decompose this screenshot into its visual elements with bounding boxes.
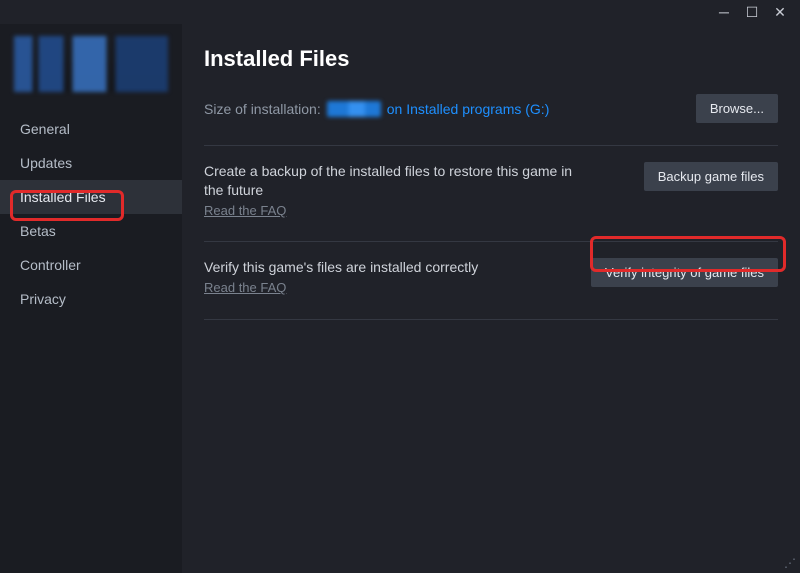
close-button[interactable]: ✕ — [766, 1, 794, 23]
storage-row: Size of installation: on Installed progr… — [204, 94, 778, 123]
body: General Updates Installed Files Betas Co… — [0, 24, 800, 573]
divider — [204, 241, 778, 242]
nav-label: General — [20, 121, 70, 137]
sidebar: General Updates Installed Files Betas Co… — [0, 24, 182, 573]
minimize-button[interactable]: ─ — [710, 1, 738, 23]
nav-item-controller[interactable]: Controller — [0, 248, 182, 282]
nav-label: Updates — [20, 155, 72, 171]
verify-desc: Verify this game's files are installed c… — [204, 258, 478, 296]
properties-window: ─ ☐ ✕ General Updates Installed Files Be… — [0, 0, 800, 573]
nav-label: Betas — [20, 223, 56, 239]
backup-desc: Create a backup of the installed files t… — [204, 162, 584, 219]
storage-prefix: Size of installation: — [204, 101, 321, 117]
game-artwork-blurred — [14, 36, 168, 92]
page-title: Installed Files — [204, 46, 778, 72]
verify-button[interactable]: Verify integrity of game files — [591, 258, 778, 287]
backup-desc-text: Create a backup of the installed files t… — [204, 163, 572, 198]
game-header — [14, 36, 168, 92]
browse-button[interactable]: Browse... — [696, 94, 778, 123]
verify-desc-text: Verify this game's files are installed c… — [204, 259, 478, 275]
storage-text: Size of installation: on Installed progr… — [204, 101, 549, 117]
content: Installed Files Size of installation: on… — [182, 24, 800, 334]
verify-section: Verify this game's files are installed c… — [204, 256, 778, 310]
maximize-button[interactable]: ☐ — [738, 1, 766, 23]
storage-location-link[interactable]: on Installed programs (G:) — [387, 101, 550, 117]
content-wrap: Installed Files Size of installation: on… — [182, 24, 800, 573]
divider — [204, 145, 778, 146]
install-size-blurred — [327, 101, 381, 117]
nav-label: Controller — [20, 257, 81, 273]
backup-section: Create a backup of the installed files t… — [204, 160, 778, 233]
backup-button[interactable]: Backup game files — [644, 162, 778, 191]
nav-item-installed-files[interactable]: Installed Files — [0, 180, 182, 214]
nav-list: General Updates Installed Files Betas Co… — [0, 112, 182, 316]
nav-item-privacy[interactable]: Privacy — [0, 282, 182, 316]
nav-label: Privacy — [20, 291, 66, 307]
backup-faq-link[interactable]: Read the FAQ — [204, 202, 584, 220]
nav-item-betas[interactable]: Betas — [0, 214, 182, 248]
nav-label: Installed Files — [20, 189, 106, 205]
nav-item-updates[interactable]: Updates — [0, 146, 182, 180]
titlebar: ─ ☐ ✕ — [0, 0, 800, 24]
verify-faq-link[interactable]: Read the FAQ — [204, 279, 478, 297]
nav-item-general[interactable]: General — [0, 112, 182, 146]
divider — [204, 319, 778, 320]
